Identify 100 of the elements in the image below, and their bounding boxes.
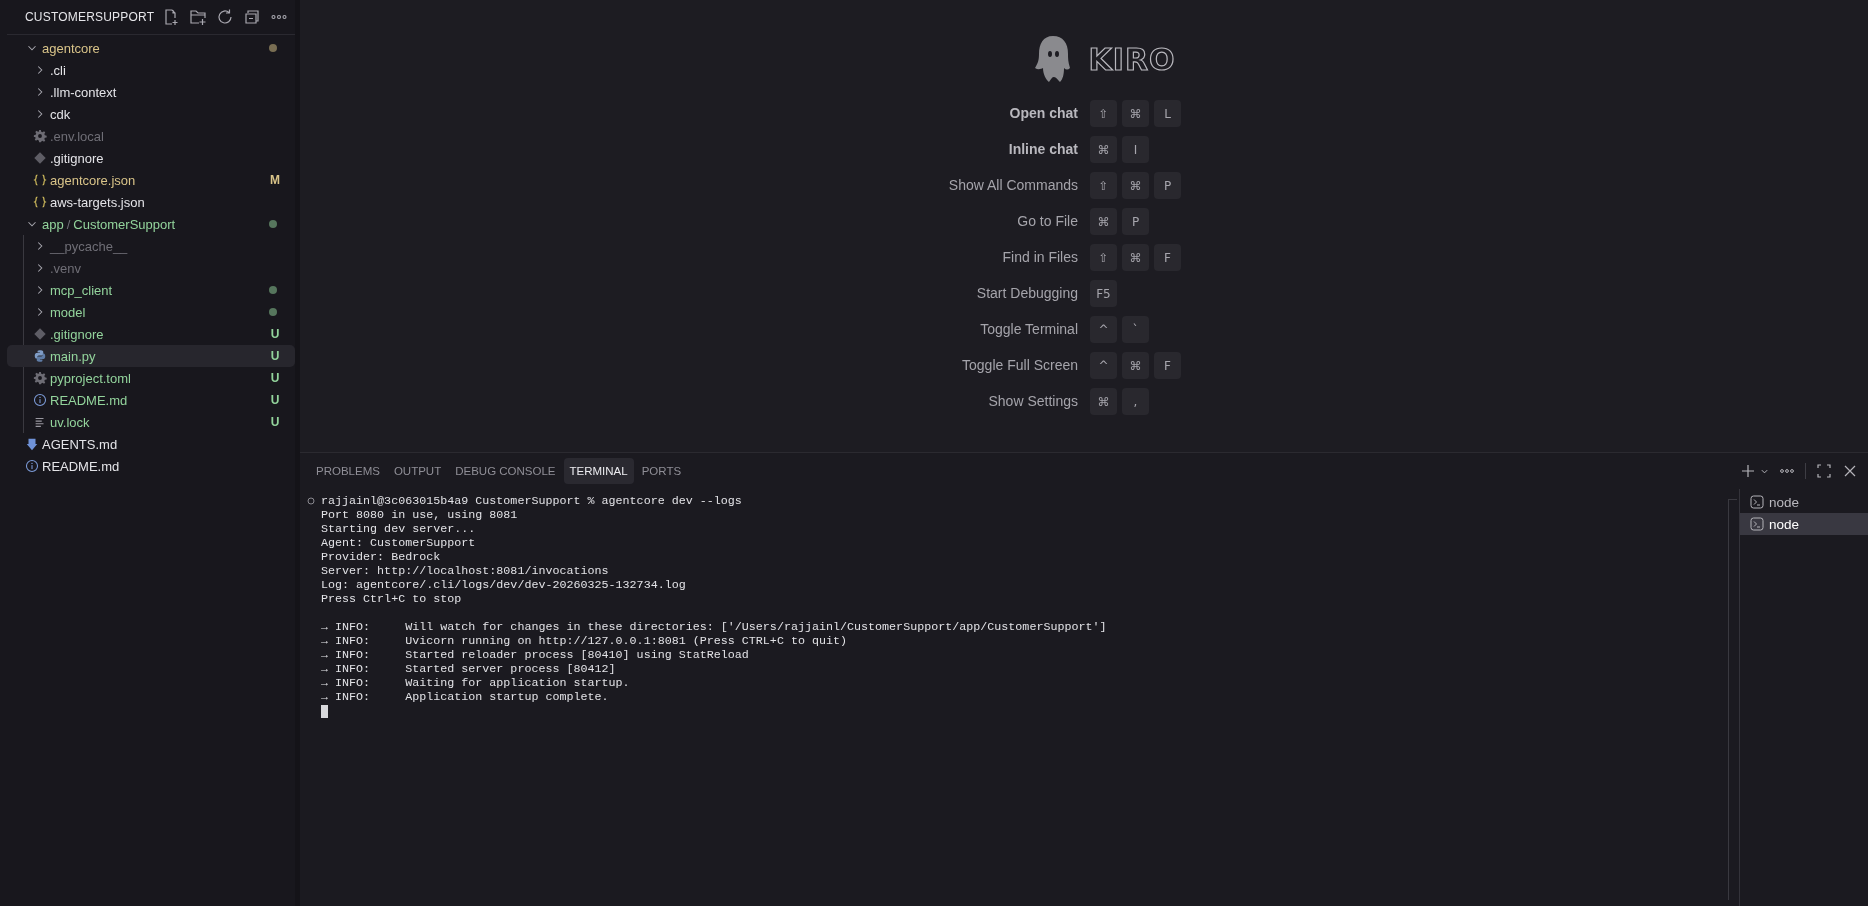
tree-row[interactable]: README.md U bbox=[7, 389, 295, 411]
tree-row[interactable]: uv.lock U bbox=[7, 411, 295, 433]
terminal-line: Log: agentcore/.cli/logs/dev/dev-20260325-132734.log bbox=[321, 578, 686, 592]
terminal-session[interactable]: node bbox=[1740, 513, 1868, 535]
file-label[interactable]: README.md bbox=[42, 458, 281, 474]
tree-row[interactable]: .llm-context bbox=[7, 81, 295, 103]
key-cap: ^ bbox=[1090, 316, 1117, 343]
shortcut-label: Inline chat bbox=[1007, 140, 1078, 159]
file-label[interactable]: AGENTS.md bbox=[42, 436, 281, 452]
folder-label[interactable]: __pycache__ bbox=[50, 238, 281, 254]
tree-row[interactable]: model bbox=[7, 301, 295, 323]
terminal-line: Server: http://localhost:8081/invocations bbox=[321, 564, 609, 578]
folder-label[interactable]: cdk bbox=[50, 106, 281, 122]
terminal-line: → INFO: Application startup complete. bbox=[321, 690, 609, 704]
key-cap: F bbox=[1154, 352, 1181, 379]
file-label[interactable]: README.md bbox=[50, 392, 269, 408]
terminal-line: Provider: Bedrock bbox=[321, 550, 441, 564]
key-cap: ⌘ bbox=[1090, 208, 1117, 235]
file-label[interactable]: .gitignore bbox=[50, 326, 269, 342]
tree-row[interactable]: agentcore.json M bbox=[7, 169, 295, 191]
key-cap: I bbox=[1122, 136, 1149, 163]
braces-icon bbox=[33, 173, 47, 187]
file-label[interactable]: pyproject.toml bbox=[50, 370, 269, 386]
tree-row[interactable]: pyproject.toml U bbox=[7, 367, 295, 389]
git-status: U bbox=[269, 371, 281, 385]
git-status: M bbox=[269, 173, 281, 187]
file-label[interactable]: .gitignore bbox=[50, 150, 281, 166]
key-cap: ⌘ bbox=[1090, 388, 1117, 415]
diamond-icon bbox=[33, 151, 47, 165]
key-cap: ⇧ bbox=[1090, 100, 1117, 127]
panel-tab[interactable]: PROBLEMS bbox=[310, 458, 386, 484]
terminal-line: Agent: CustomerSupport bbox=[321, 536, 476, 550]
git-status: U bbox=[269, 415, 281, 429]
file-label[interactable]: agentcore.json bbox=[50, 172, 269, 188]
tree-row[interactable]: .gitignore U bbox=[7, 323, 295, 345]
tree-row[interactable]: .env.local bbox=[7, 125, 295, 147]
key-cap: P bbox=[1122, 208, 1149, 235]
braces-icon bbox=[33, 195, 47, 209]
terminal-line: Port 8080 in use, using 8081 bbox=[321, 508, 518, 522]
folder-label[interactable]: .venv bbox=[50, 260, 281, 276]
gear-icon bbox=[33, 129, 47, 143]
tree-row[interactable]: .venv bbox=[7, 257, 295, 279]
file-label[interactable]: .env.local bbox=[50, 128, 281, 144]
tree-row[interactable]: agentcore bbox=[7, 37, 295, 59]
prompt-circle-icon bbox=[307, 497, 315, 505]
plus-icon[interactable] bbox=[1740, 463, 1756, 479]
key-cap: ⇧ bbox=[1090, 172, 1117, 199]
file-label[interactable]: uv.lock bbox=[50, 414, 269, 430]
maximize-icon[interactable] bbox=[1816, 463, 1832, 479]
terminal-line: → INFO: Waiting for application startup. bbox=[321, 676, 630, 690]
key-cap: ⌘ bbox=[1122, 100, 1149, 127]
terminal-icon bbox=[1750, 495, 1764, 509]
shortcut-label: Toggle Terminal bbox=[979, 320, 1078, 339]
terminal-session[interactable]: node bbox=[1740, 491, 1868, 513]
tree-row[interactable]: app/CustomerSupport bbox=[7, 213, 295, 235]
file-label[interactable]: main.py bbox=[50, 348, 269, 364]
tree-row[interactable]: README.md bbox=[7, 455, 295, 477]
shortcut-label: Find in Files bbox=[1001, 248, 1078, 267]
tree-row[interactable]: AGENTS.md bbox=[7, 433, 295, 455]
refresh-icon[interactable] bbox=[216, 8, 235, 26]
terminal-line: rajjainl@3c063015b4a9 CustomerSupport % agentcore dev --logs bbox=[321, 494, 742, 508]
panel-tab[interactable]: PORTS bbox=[635, 458, 688, 484]
key-cap: ⌘ bbox=[1122, 244, 1149, 271]
key-cap: ⌘ bbox=[1122, 352, 1149, 379]
tree-row[interactable]: mcp_client bbox=[7, 279, 295, 301]
key-cap: F5 bbox=[1090, 280, 1117, 307]
panel-tab[interactable]: TERMINAL bbox=[563, 458, 634, 484]
arrow-down-icon bbox=[25, 437, 39, 451]
tree-row[interactable]: cdk bbox=[7, 103, 295, 125]
file-label[interactable]: aws-targets.json bbox=[50, 194, 281, 210]
key-cap: ^ bbox=[1090, 352, 1117, 379]
folder-label[interactable]: model bbox=[50, 304, 269, 320]
terminal-line: → INFO: Started server process [80412] bbox=[321, 662, 616, 676]
terminal-icon bbox=[1750, 517, 1764, 531]
terminal-line: Press Ctrl+C to stop bbox=[321, 592, 462, 606]
collapse-icon[interactable] bbox=[243, 8, 262, 26]
key-cap: F bbox=[1154, 244, 1181, 271]
terminal-line: → INFO: Will watch for changes in these directories: ['/Users/rajjainl/CustomerSupport/app/CustomerSupport'] bbox=[321, 620, 1107, 634]
key-cap: , bbox=[1122, 388, 1149, 415]
diamond-icon bbox=[33, 327, 47, 341]
panel-tab[interactable]: OUTPUT bbox=[387, 458, 448, 484]
folder-label[interactable]: .llm-context bbox=[50, 84, 281, 100]
panel-tab[interactable]: DEBUG CONSOLE bbox=[449, 458, 562, 484]
shortcut-label: Show Settings bbox=[987, 392, 1078, 411]
logo-wordmark: KIRO bbox=[1088, 41, 1176, 77]
gear-icon bbox=[33, 371, 47, 385]
tree-row[interactable]: main.py U bbox=[7, 345, 295, 367]
folder-label[interactable]: mcp_client bbox=[50, 282, 269, 298]
folder-label[interactable]: app/CustomerSupport bbox=[42, 216, 269, 232]
tree-row[interactable]: .gitignore bbox=[7, 147, 295, 169]
new-folder-icon[interactable] bbox=[189, 8, 208, 26]
tree-row[interactable]: aws-targets.json bbox=[7, 191, 295, 213]
new-file-icon[interactable] bbox=[162, 8, 181, 26]
shortcut-label: Open chat bbox=[1008, 104, 1078, 123]
close-icon[interactable] bbox=[1842, 463, 1858, 479]
key-cap: ⌘ bbox=[1090, 136, 1117, 163]
folder-label[interactable]: agentcore bbox=[42, 40, 269, 56]
folder-label[interactable]: .cli bbox=[50, 62, 281, 78]
tree-row[interactable]: .cli bbox=[7, 59, 295, 81]
tree-row[interactable]: __pycache__ bbox=[7, 235, 295, 257]
